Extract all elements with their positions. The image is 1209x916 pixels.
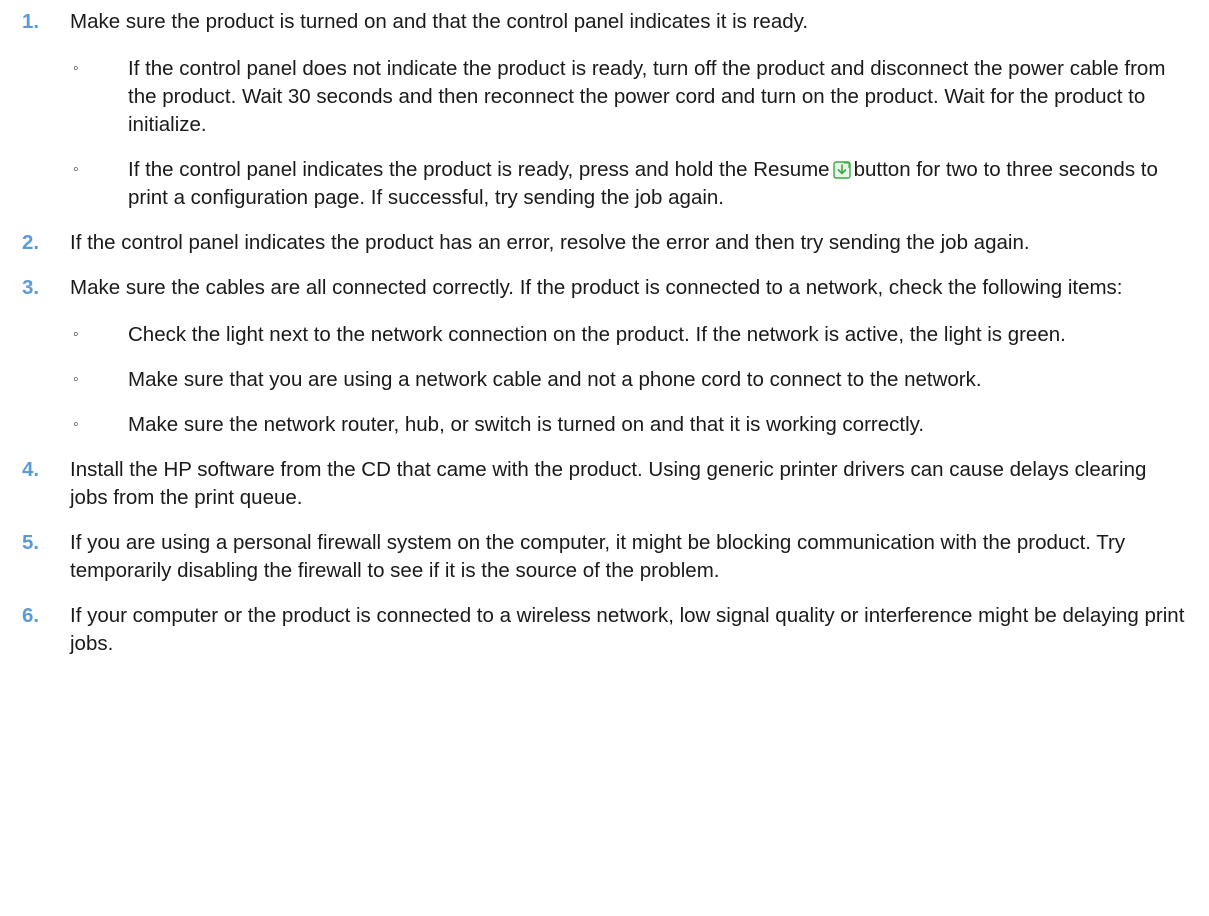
substep-1b: ◦ If the control panel indicates the pro… [70,156,1189,212]
substep-text: If the control panel indicates the produ… [128,156,1189,212]
bullet: ◦ [73,416,79,433]
substep-3b: ◦ Make sure that you are using a network… [70,366,1189,394]
step-3: 3. Make sure the cables are all connecte… [0,274,1209,439]
step-text: Make sure the product is turned on and t… [70,10,809,33]
step-number: 4. [22,458,40,481]
step-number: 1. [22,10,40,33]
bullet: ◦ [73,60,79,77]
bullet: ◦ [73,326,79,343]
step-number: 6. [22,604,40,627]
step-number: 3. [22,276,40,299]
step-2: 2. If the control panel indicates the pr… [0,229,1209,257]
step-text: Install the HP software from the CD that… [70,458,1147,509]
substep-text: If the control panel does not indicate t… [128,57,1166,136]
step-6: 6. If your computer or the product is co… [0,602,1209,658]
step-5: 5. If you are using a personal firewall … [0,529,1209,585]
document-page: 1. Make sure the product is turned on an… [0,0,1209,916]
step-text: If the control panel indicates the produ… [70,231,1030,254]
substep-text: Check the light next to the network conn… [128,323,1066,346]
substep-3c: ◦ Make sure the network router, hub, or … [70,411,1189,439]
resume-icon [832,159,851,179]
step-text: If your computer or the product is conne… [70,604,1185,655]
substep-text: Make sure that you are using a network c… [128,368,982,391]
substep-text: Make sure the network router, hub, or sw… [128,413,925,436]
bullet: ◦ [73,371,79,388]
step-4: 4. Install the HP software from the CD t… [0,456,1209,512]
step-number: 2. [22,231,40,254]
substep-1a: ◦ If the control panel does not indicate… [70,55,1189,139]
bullet: ◦ [73,161,79,178]
step-1: 1. Make sure the product is turned on an… [0,8,1209,212]
step-number: 5. [22,531,40,554]
substep-text-before: If the control panel indicates the produ… [128,158,830,181]
step-text: If you are using a personal firewall sys… [70,531,1126,582]
substep-3a: ◦ Check the light next to the network co… [70,321,1189,349]
step-text: Make sure the cables are all connected c… [70,276,1123,299]
